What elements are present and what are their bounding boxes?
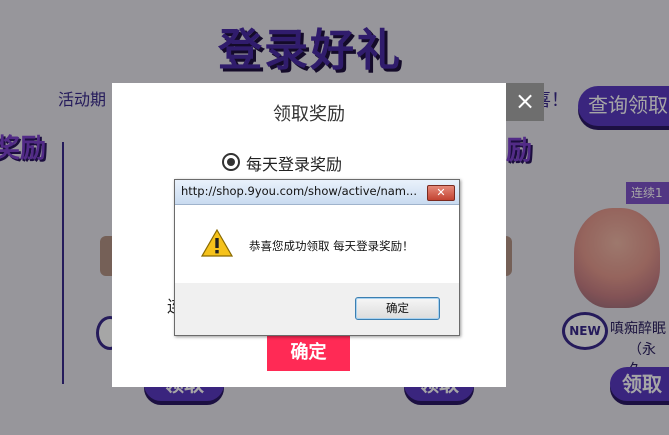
alert-body: 恭喜您成功领取 每天登录奖励！ [175, 205, 459, 283]
alert-titlebar: http://shop.9you.com/show/active/nam... … [175, 180, 459, 205]
warning-icon [201, 229, 233, 257]
modal-title: 领取奖励 [273, 104, 345, 125]
daily-login-radio[interactable] [222, 153, 240, 171]
alert-footer: 确定 [175, 283, 459, 335]
modal-confirm-button[interactable]: 确定 [267, 335, 350, 371]
alert-dialog: http://shop.9you.com/show/active/nam... … [174, 179, 460, 336]
alert-ok-button[interactable]: 确定 [355, 297, 440, 320]
alert-close-icon[interactable]: ✕ [427, 185, 455, 201]
alert-title: http://shop.9you.com/show/active/nam... [181, 184, 417, 198]
close-icon[interactable]: × [506, 83, 544, 121]
daily-login-option-label: 每天登录奖励 [246, 155, 343, 174]
alert-message: 恭喜您成功领取 每天登录奖励！ [249, 239, 414, 253]
